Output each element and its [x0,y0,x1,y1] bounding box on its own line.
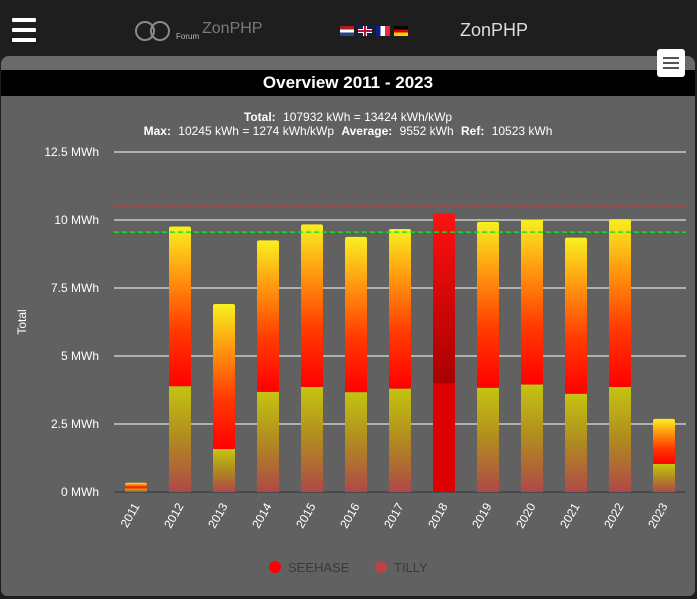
summary-max-value: 10245 kWh = 1274 kWh/kWp [178,124,334,138]
legend-item-seehase[interactable]: SEEHASE [269,560,350,575]
bar-seehase-2018 [433,213,455,384]
bar-seehase-2012 [169,226,191,387]
legend-label: TILLY [394,560,428,575]
y-tick-label: 2.5 MWh [51,417,99,431]
x-tick-label: 2016 [337,500,363,530]
x-tick-label: 2021 [557,500,583,530]
summary-total-value: 107932 kWh = 13424 kWh/kWp [283,110,452,124]
y-tick-label: 0 MWh [61,485,99,499]
summary-ref-label: Ref: [461,124,484,138]
x-tick-label: 2017 [381,500,407,530]
bar-seehase-2013 [213,304,235,450]
bar-tilly-2023 [653,463,675,492]
y-tick-label: 7.5 MWh [51,281,99,295]
summary-ref-value: 10523 kWh [492,124,553,138]
bar-seehase-2020 [521,219,543,385]
bar-seehase-2016 [345,236,367,393]
bar-tilly-2018 [433,383,455,492]
bar-tilly-2017 [389,388,411,492]
bar-tilly-2019 [477,387,499,492]
x-tick-label: 2020 [513,500,539,530]
bar-seehase-2015 [301,224,323,388]
x-tick-label: 2022 [601,500,627,530]
x-tick-label: 2013 [205,500,231,530]
x-tick-label: 2015 [293,500,319,530]
x-tick-label: 2012 [161,500,187,530]
bar-seehase-2021 [565,237,587,394]
y-tick-label: 12.5 MWh [44,145,99,159]
x-tick-label: 2011 [118,500,143,530]
bar-seehase-2014 [257,240,279,392]
bar-seehase-2011 [125,482,147,489]
summary-max-label: Max: [144,124,171,138]
bar-tilly-2022 [609,387,631,492]
bar-seehase-2017 [389,228,411,389]
legend-item-tilly[interactable]: TILLY [375,560,428,575]
summary-average-label: Average: [341,124,392,138]
y-axis-title: Total [15,309,29,334]
x-tick-label: 2019 [469,500,495,530]
x-tick-label: 2014 [249,500,275,530]
bar-tilly-2015 [301,387,323,492]
x-tick-label: 2018 [425,500,451,530]
bar-seehase-2019 [477,221,499,388]
summary-average-value: 9552 kWh [400,124,454,138]
chart-context-menu-button[interactable] [657,49,685,77]
bar-tilly-2012 [169,386,191,492]
legend-marker [269,561,281,573]
summary-line-2: Max: 10245 kWh = 1274 kWh/kWp Average: 9… [144,124,553,138]
bar-seehase-2023 [653,418,675,464]
x-tick-label: 2023 [645,500,671,530]
bar-tilly-2021 [565,393,587,492]
bar-seehase-2022 [609,219,631,388]
legend-label: SEEHASE [288,560,350,575]
summary-line-1: Total: 107932 kWh = 13424 kWh/kWp [244,110,453,124]
bar-tilly-2013 [213,449,235,492]
y-tick-label: 10 MWh [54,213,99,227]
summary-total-label: Total: [244,110,276,124]
bar-tilly-2020 [521,384,543,492]
y-tick-label: 5 MWh [61,349,99,363]
bar-tilly-2014 [257,391,279,492]
overview-chart: Total: 107932 kWh = 13424 kWh/kWp Max: 1… [15,110,686,575]
bar-tilly-2011 [125,488,147,492]
bar-tilly-2016 [345,392,367,492]
legend-marker [375,561,387,573]
